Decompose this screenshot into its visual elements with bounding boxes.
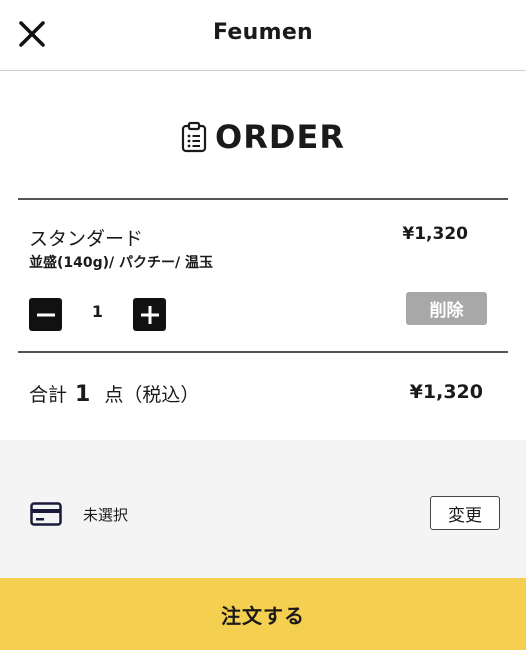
total-summary: 合計 1 点（税込） (29, 380, 199, 407)
app-title: Feumen (212, 20, 314, 45)
increase-quantity-button[interactable] (133, 298, 166, 331)
decrease-quantity-button[interactable] (29, 298, 62, 331)
delete-button[interactable]: 削除 (406, 292, 487, 325)
app-header: Feumen (0, 0, 526, 71)
total-count: 1 (75, 382, 91, 407)
minus-icon (36, 313, 55, 316)
total-price: ¥1,320 (409, 381, 483, 403)
plus-icon (140, 305, 159, 324)
divider (18, 351, 508, 353)
quantity-value: 1 (91, 302, 104, 321)
item-options: 並盛(140g)/ パクチー/ 温玉 (29, 255, 214, 271)
payment-section: 未選択 変更 (0, 440, 526, 578)
submit-order-button[interactable]: 注文する (0, 578, 526, 650)
clipboard-list-icon (181, 121, 207, 153)
order-title: ORDER (215, 118, 345, 156)
item-price: ¥1,320 (402, 224, 468, 244)
credit-card-icon (30, 502, 62, 526)
payment-method-status: 未選択 (83, 506, 129, 524)
item-name: スタンダード (29, 228, 144, 250)
total-prefix: 合計 (29, 384, 68, 406)
divider (18, 198, 508, 200)
change-payment-button[interactable]: 変更 (430, 496, 500, 530)
total-suffix: 点（税込） (104, 384, 200, 406)
order-heading: ORDER (0, 118, 526, 156)
